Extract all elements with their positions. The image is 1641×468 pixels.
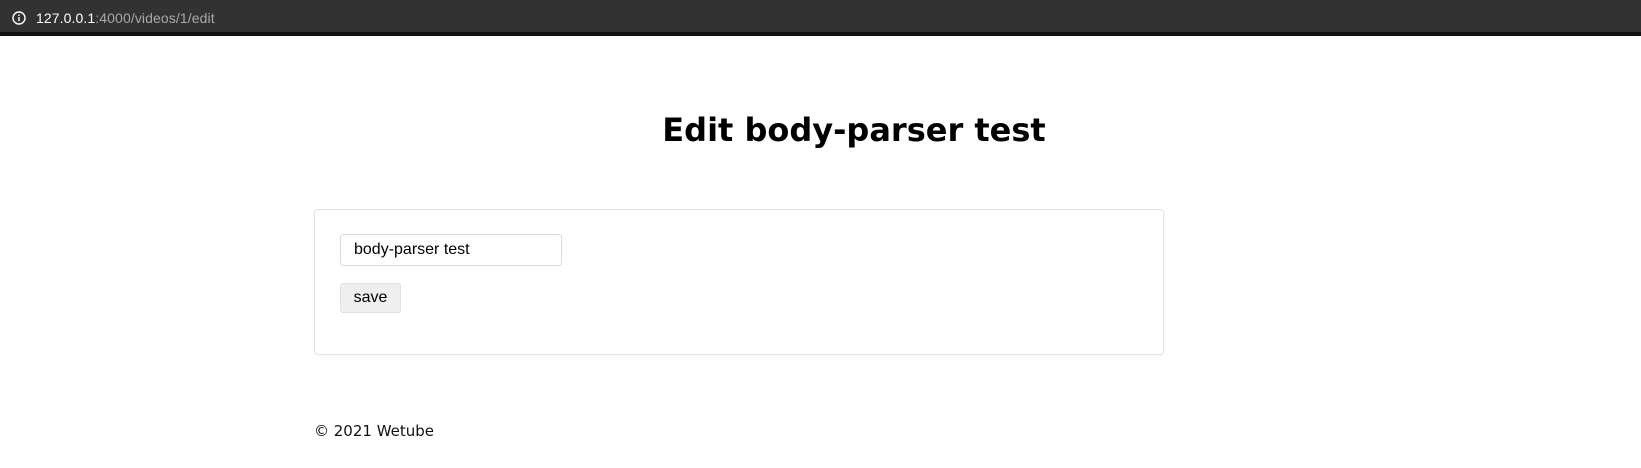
url-host: 127.0.0.1 xyxy=(36,10,96,26)
url-field[interactable]: 127.0.0.1:4000/videos/1/edit xyxy=(36,9,215,27)
video-title-input[interactable] xyxy=(340,234,562,266)
info-icon[interactable] xyxy=(12,11,26,25)
address-bar-divider xyxy=(0,32,1641,36)
browser-address-bar: 127.0.0.1:4000/videos/1/edit xyxy=(0,0,1641,36)
save-button[interactable]: save xyxy=(340,283,401,313)
footer-copyright: © 2021 Wetube xyxy=(314,422,435,440)
page-title: Edit body-parser test xyxy=(662,111,1046,149)
edit-video-form: save xyxy=(314,209,1164,355)
url-path: :4000/videos/1/edit xyxy=(95,10,215,26)
